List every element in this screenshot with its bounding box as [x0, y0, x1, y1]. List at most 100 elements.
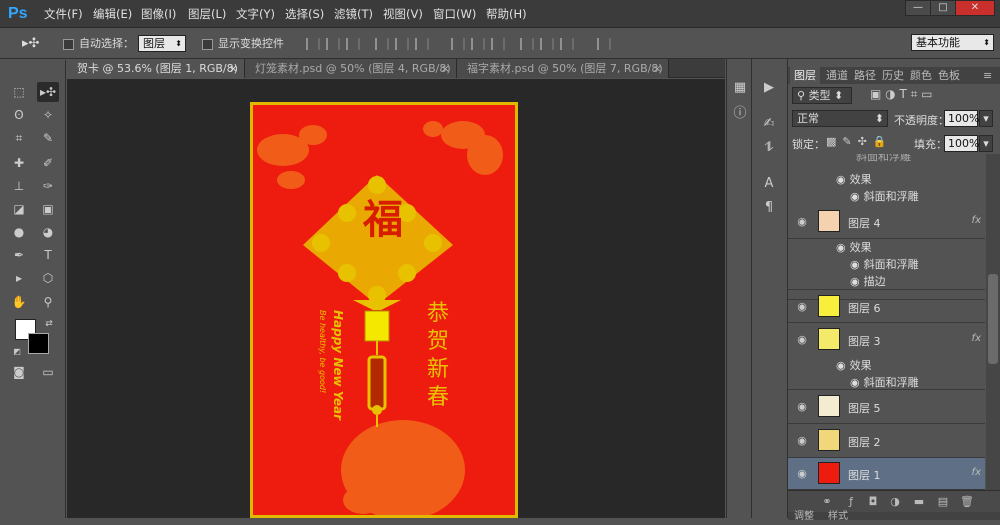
- workspace-dropdown[interactable]: 基本功能 ⬍: [911, 34, 994, 51]
- hand-tool-icon[interactable]: ✋: [8, 292, 30, 312]
- tab-channels[interactable]: 通道: [826, 67, 848, 84]
- layer-row-1[interactable]: ◉ 图层 1 fx: [788, 458, 985, 490]
- move-tool-icon[interactable]: ▸✣: [22, 29, 39, 59]
- distribute-hcenter-icon[interactable]: [540, 38, 554, 50]
- paragraph-panel-icon[interactable]: ¶: [760, 199, 778, 217]
- menu-select[interactable]: 选择(S): [285, 0, 324, 28]
- new-group-icon[interactable]: ▬: [912, 495, 926, 509]
- layer-name[interactable]: 图层 4: [848, 215, 881, 231]
- stroke-effect[interactable]: ◉ 描边: [850, 273, 886, 289]
- menu-image[interactable]: 图像(I): [141, 0, 176, 28]
- close-tab-icon[interactable]: ×: [441, 59, 450, 78]
- tab-fu-material[interactable]: 福字素材.psd @ 50% (图层 7, RGB/8) *×: [457, 59, 669, 94]
- layer-row-3[interactable]: ◉ 图层 3 fx: [788, 323, 985, 357]
- align-left-icon[interactable]: [375, 38, 389, 50]
- menu-edit[interactable]: 编辑(E): [93, 0, 132, 28]
- character-panel-icon[interactable]: A: [760, 175, 778, 193]
- close-tab-icon[interactable]: ×: [229, 59, 238, 78]
- background-color-swatch[interactable]: [28, 333, 49, 354]
- layer-row-5[interactable]: ◉ 图层 5: [788, 390, 985, 424]
- minimize-button[interactable]: —: [905, 0, 931, 16]
- tab-swatches[interactable]: 色板: [938, 67, 960, 84]
- add-mask-icon[interactable]: ◘: [866, 495, 880, 509]
- move-tool-icon[interactable]: ▸✣: [37, 82, 59, 102]
- layer-row-4[interactable]: ◉ 图层 4 fx: [788, 205, 985, 239]
- layer-name[interactable]: 图层 2: [848, 434, 881, 450]
- brush-preset-icon[interactable]: ✍: [760, 115, 778, 133]
- blend-mode-dropdown[interactable]: 正常 ⬍: [792, 110, 888, 127]
- distribute-bottom-icon[interactable]: [491, 38, 505, 50]
- show-transform-checkbox[interactable]: 显示变换控件: [202, 29, 284, 59]
- align-hcenter-icon[interactable]: [395, 38, 409, 50]
- add-style-icon[interactable]: ƒ: [844, 495, 858, 509]
- new-layer-icon[interactable]: ▤: [936, 495, 950, 509]
- menu-help[interactable]: 帮助(H): [486, 0, 527, 28]
- play-action-icon[interactable]: ▶: [760, 79, 778, 97]
- tab-color[interactable]: 颜色: [910, 67, 932, 84]
- eraser-tool-icon[interactable]: ◪: [8, 199, 30, 219]
- lock-icons[interactable]: ▩✎✣🔒: [826, 135, 893, 148]
- opacity-input[interactable]: 100%: [944, 110, 979, 127]
- fill-slider-arrow[interactable]: ▾: [979, 135, 993, 152]
- tab-paths[interactable]: 路径: [854, 67, 876, 84]
- greeting-card-document[interactable]: 福 恭 贺 新 春 Happy New Year Be healthy, be …: [250, 102, 518, 518]
- lasso-tool-icon[interactable]: ʘ: [8, 105, 30, 125]
- marquee-tool-icon[interactable]: ⬚: [8, 82, 30, 102]
- bevel-emboss-effect[interactable]: ◉ 斜面和浮雕: [850, 256, 919, 272]
- layer-name[interactable]: 图层 3: [848, 333, 881, 349]
- layer-filter-dropdown[interactable]: ⚲ 类型 ⬍: [792, 87, 852, 104]
- close-button[interactable]: ✕: [955, 0, 995, 16]
- type-tool-icon[interactable]: T: [37, 245, 59, 265]
- canvas-area[interactable]: 福 恭 贺 新 春 Happy New Year Be healthy, be …: [67, 79, 725, 518]
- panel-menu-icon[interactable]: ≡: [983, 67, 992, 84]
- layers-scrollbar[interactable]: [986, 154, 1000, 490]
- crop-tool-icon[interactable]: ⌗: [8, 128, 30, 148]
- eyedropper-icon[interactable]: ✎: [37, 128, 59, 148]
- visibility-eye-icon[interactable]: ◉: [796, 401, 808, 413]
- healing-brush-icon[interactable]: ✚: [8, 153, 30, 173]
- blur-tool-icon[interactable]: ●: [8, 222, 30, 242]
- gradient-tool-icon[interactable]: ▣: [37, 199, 59, 219]
- path-selection-icon[interactable]: ▸: [8, 268, 30, 288]
- fill-input[interactable]: 100%: [944, 135, 979, 152]
- fx-icon[interactable]: fx: [972, 467, 981, 478]
- menu-view[interactable]: 视图(V): [383, 0, 423, 28]
- layer-row-6[interactable]: ◉ 图层 6: [788, 289, 985, 323]
- magic-wand-icon[interactable]: ✧: [37, 105, 59, 125]
- tab-greeting-card[interactable]: 贺卡 @ 53.6% (图层 1, RGB/8) *×: [67, 59, 245, 94]
- default-colors-icon[interactable]: ◩: [6, 342, 28, 362]
- align-right-icon[interactable]: [415, 38, 429, 50]
- align-bottom-icon[interactable]: [346, 38, 360, 50]
- clone-stamp-icon[interactable]: ⊥: [8, 176, 30, 196]
- menu-layer[interactable]: 图层(L): [188, 0, 226, 28]
- layer-name[interactable]: 图层 5: [848, 400, 881, 416]
- menu-filter[interactable]: 滤镜(T): [334, 0, 373, 28]
- pen-tool-icon[interactable]: ✒: [8, 245, 30, 265]
- history-brush-icon[interactable]: ✑: [37, 176, 59, 196]
- tab-layers[interactable]: 图层: [790, 67, 820, 84]
- shape-tool-icon[interactable]: ⬡: [37, 268, 59, 288]
- opacity-slider-arrow[interactable]: ▾: [979, 110, 993, 127]
- close-tab-icon[interactable]: ×: [653, 59, 662, 78]
- layer-name[interactable]: 图层 1: [848, 467, 881, 483]
- navigator-panel-icon[interactable]: ▦: [731, 79, 749, 97]
- zoom-tool-icon[interactable]: ⚲: [37, 292, 59, 312]
- distribute-right-icon[interactable]: [560, 38, 574, 50]
- visibility-eye-icon[interactable]: ◉: [796, 216, 808, 228]
- distribute-left-icon[interactable]: [520, 38, 534, 50]
- bevel-emboss-effect[interactable]: ◉ 斜面和浮雕: [850, 374, 919, 390]
- align-vcenter-icon[interactable]: [326, 38, 340, 50]
- restore-button[interactable]: □: [930, 0, 956, 16]
- filter-icons[interactable]: ▣ ◑ T ⌗ ▭: [870, 87, 980, 102]
- tab-adjustments[interactable]: 调整: [794, 508, 814, 525]
- visibility-eye-icon[interactable]: ◉: [796, 301, 808, 313]
- link-layers-icon[interactable]: ⚭: [820, 495, 834, 509]
- menu-type[interactable]: 文字(Y): [236, 0, 275, 28]
- delete-layer-icon[interactable]: 🗑: [960, 495, 974, 509]
- layer-row-2[interactable]: ◉ 图层 2: [788, 424, 985, 458]
- fx-icon[interactable]: fx: [972, 333, 981, 344]
- visibility-eye-icon[interactable]: ◉: [796, 334, 808, 346]
- dodge-tool-icon[interactable]: ◕: [37, 222, 59, 242]
- bevel-emboss-effect[interactable]: ◉ 斜面和浮雕: [850, 188, 919, 204]
- info-panel-icon[interactable]: ⓘ: [731, 105, 749, 123]
